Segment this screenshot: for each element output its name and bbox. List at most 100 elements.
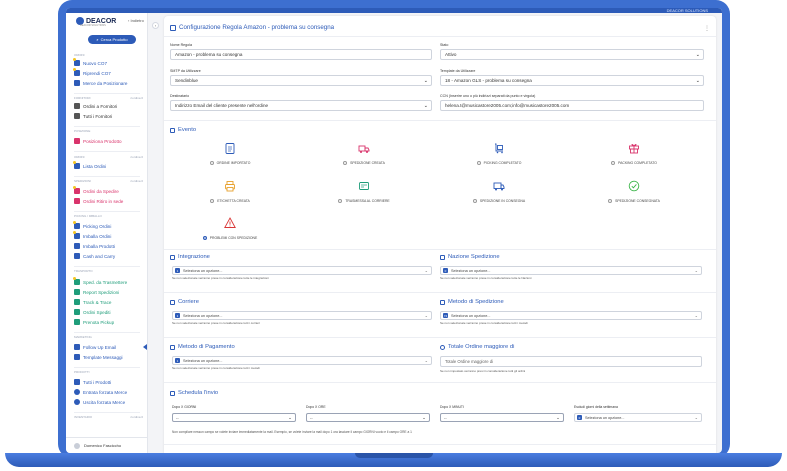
sidebar-item-template-messaggi[interactable]: Template Messaggi <box>74 354 123 360</box>
rule-config-card: Configurazione Regola Amazon - problema … <box>164 16 716 453</box>
chevron-down-icon: ⌄ <box>695 78 700 84</box>
metodo-spedizione-section-title: Metodo di Spedizione <box>440 299 504 305</box>
metodo-spedizione-select[interactable]: 74 Seleziona un opzione... ⌄ <box>440 311 702 320</box>
metodo-pagamento-select[interactable]: 1 Seleziona un opzione... ⌄ <box>172 356 432 365</box>
event-option[interactable]: ORDINE IMPORTATO <box>185 141 275 165</box>
schedule-note: Non compilare nessun campo se volete inv… <box>172 430 412 434</box>
sidebar-item-uscita-forzata[interactable]: Uscita forzata Merce <box>74 399 125 405</box>
delivery-truck-icon <box>493 182 505 191</box>
corriere-select[interactable]: 1 Seleziona un opzione... ⌄ <box>172 311 432 320</box>
chevron-down-icon: ⌄ <box>423 103 428 109</box>
stato-select[interactable]: Attivo ⌄ <box>440 49 704 60</box>
report-icon <box>74 289 80 295</box>
laptop-notch <box>355 453 433 458</box>
sidebar-section-title: Marketing <box>74 335 92 339</box>
destinatario-select[interactable]: Indirizzo Email del cliente presente nel… <box>170 100 432 111</box>
event-option[interactable]: ETICHETTA CREATA <box>185 179 275 203</box>
totale-input[interactable]: Totale Ordine maggiore di <box>440 356 702 367</box>
template-label: Template da Utilizzare <box>440 69 476 73</box>
event-radio[interactable] <box>611 161 616 165</box>
event-option[interactable]: SPEDIZIONE CREATA <box>319 141 409 165</box>
warning-icon <box>224 217 236 228</box>
shipping-icon <box>440 299 445 305</box>
event-radio[interactable] <box>210 199 215 203</box>
ccn-input[interactable]: helena.t@musicastore2005.com;info@musica… <box>440 100 704 111</box>
sidebar-toggle-button[interactable]: ‹ <box>152 22 159 29</box>
integrazione-select[interactable]: 1 Seleziona un opzione... ⌄ <box>172 266 432 275</box>
ore-select[interactable]: -- ⌄ <box>306 413 430 422</box>
escludi-select[interactable]: 0 Seleziona un opzione... ⌄ <box>574 413 702 422</box>
event-radio[interactable] <box>608 199 613 203</box>
sidebar-item-tutti-prodotti[interactable]: Tutti i Prodotti <box>74 379 111 385</box>
sidebar-item-ordini-ritiro[interactable]: Ordini Ritiro in sede <box>74 198 123 204</box>
sidebar-item-report-spedizioni[interactable]: Report Spedizioni <box>74 289 119 295</box>
event-option-selected[interactable]: PROBLEMI CON SPEDIZIONE <box>185 216 275 240</box>
event-radio[interactable] <box>472 199 477 203</box>
screen: DEACOR SOLUTIONS DEACOR DEACOR SOLUTIONS… <box>66 8 722 453</box>
event-radio-checked[interactable] <box>202 236 207 240</box>
metodo-pagamento-hint: Se non selezionate verranno prese in con… <box>172 366 260 370</box>
sidebar-item-ordini-spediti[interactable]: Ordini Spediti <box>74 309 111 315</box>
event-option[interactable]: SPEDIZIONE CONSEGNATA <box>589 179 679 203</box>
event-option[interactable]: TRASMESSA AL CORRIERE <box>319 179 409 203</box>
event-radio[interactable] <box>209 161 214 165</box>
sidebar-section-title: Fornitori <box>74 96 91 100</box>
event-radio[interactable] <box>476 161 481 165</box>
sidebar-item-prenota-pickup[interactable]: Prenota Pickup <box>74 319 114 325</box>
smtp-label: SMTP da Utilizzare <box>170 69 201 73</box>
user-footer[interactable]: Domenico Fasciccho <box>66 437 148 453</box>
calendar-icon <box>170 390 175 396</box>
escludi-label: Escludi giorni della settimana <box>574 405 618 409</box>
event-radio[interactable] <box>343 161 348 165</box>
message-icon <box>74 354 80 360</box>
evento-section-title: Evento <box>170 127 196 133</box>
event-option[interactable]: PACKING COMPLETATO <box>589 141 679 165</box>
page-title: Configurazione Regola Amazon - problema … <box>170 24 334 31</box>
sidebar-item-nuovo-co7[interactable]: Nuovo CO7 <box>73 58 107 66</box>
chevron-down-icon: ⌄ <box>694 268 698 273</box>
sidebar-item-ordini-fornitori[interactable]: Ordini a Fornitori <box>74 103 117 109</box>
truck-icon <box>74 309 80 315</box>
sidebar-item-riprendi-co7[interactable]: Riprendi CO7 <box>73 68 111 76</box>
chevron-down-icon: ⌄ <box>422 414 426 420</box>
sidebar-item-entrata-forzata[interactable]: Entrata forzata Merce <box>74 389 127 395</box>
sidebar-item-track-trace[interactable]: Track & Trace <box>74 299 111 305</box>
destinatario-label: Destinatario <box>170 94 190 98</box>
metodo-spedizione-hint: Se non selezionate verranno prese in con… <box>440 321 528 325</box>
credit-card-icon <box>170 344 175 350</box>
sidebar-item-follow-up-email[interactable]: Follow Up Email <box>74 344 116 350</box>
sidebar-item-merce-da-posizionare[interactable]: Merce da Posizionare <box>74 80 127 86</box>
nome-regola-input[interactable]: Amazon - problema su consegna <box>170 49 432 60</box>
event-radio[interactable] <box>338 199 343 203</box>
sidebar-item-posiziona-prodotto[interactable]: Posiziona Prodotto <box>74 138 122 144</box>
sidebar-item-imballa-prodotti[interactable]: Imballa Prodotti <box>74 243 115 249</box>
sidebar-collapse-link[interactable]: ‹ Indietro <box>128 18 144 23</box>
event-option[interactable]: SPEDIZIONE IN CONSEGNA <box>454 179 544 203</box>
box-icon <box>74 80 80 86</box>
sidebar-item-sped-trasmettere[interactable]: Sped. da Trasmettere <box>73 277 127 285</box>
more-menu-icon[interactable]: ⋮ <box>704 25 710 32</box>
search-product-button[interactable]: ⌕ Cerca Prodotto <box>88 35 136 44</box>
nazione-hint: Se non selezionate verranno prese in con… <box>440 276 532 280</box>
corriere-section-title: Corriere <box>170 299 199 305</box>
chevron-down-icon: ⌄ <box>424 268 428 273</box>
plus-circle-icon <box>74 389 80 395</box>
sidebar-item-tutti-fornitori[interactable]: Tutti i Fornitori <box>74 113 112 119</box>
chevron-left-icon: ‹ <box>154 23 157 28</box>
event-option[interactable]: PICKING COMPLETATO <box>454 141 544 165</box>
smtp-select[interactable]: Sendinblue ⌄ <box>170 75 432 86</box>
sidebar-item-imballa-ordini[interactable]: Imballa Ordini <box>73 231 111 239</box>
sidebar-item-picking-ordini[interactable]: Picking Ordini <box>73 221 111 229</box>
sidebar-item-lista-ordini[interactable]: Lista Ordini <box>73 161 106 169</box>
minuti-select[interactable]: -- ⌄ <box>440 413 564 422</box>
nazione-select[interactable]: 0 Seleziona un opzione... ⌄ <box>440 266 702 275</box>
minus-circle-icon <box>74 399 80 405</box>
template-select[interactable]: 18 - Amazon GLS - problema su consegna ⌄ <box>440 75 704 86</box>
chevron-down-icon: ⌄ <box>424 358 428 363</box>
chevron-down-icon: ⌄ <box>694 313 698 318</box>
sidebar-item-ordini-da-spedire[interactable]: Ordini da Spedire <box>73 186 119 194</box>
giorni-select[interactable]: -- ⌄ <box>172 413 296 422</box>
sidebar-section-title: Posizione <box>74 129 91 133</box>
transmit-icon <box>359 182 369 190</box>
sidebar-item-cash-carry[interactable]: Cash and Carry <box>74 253 115 259</box>
